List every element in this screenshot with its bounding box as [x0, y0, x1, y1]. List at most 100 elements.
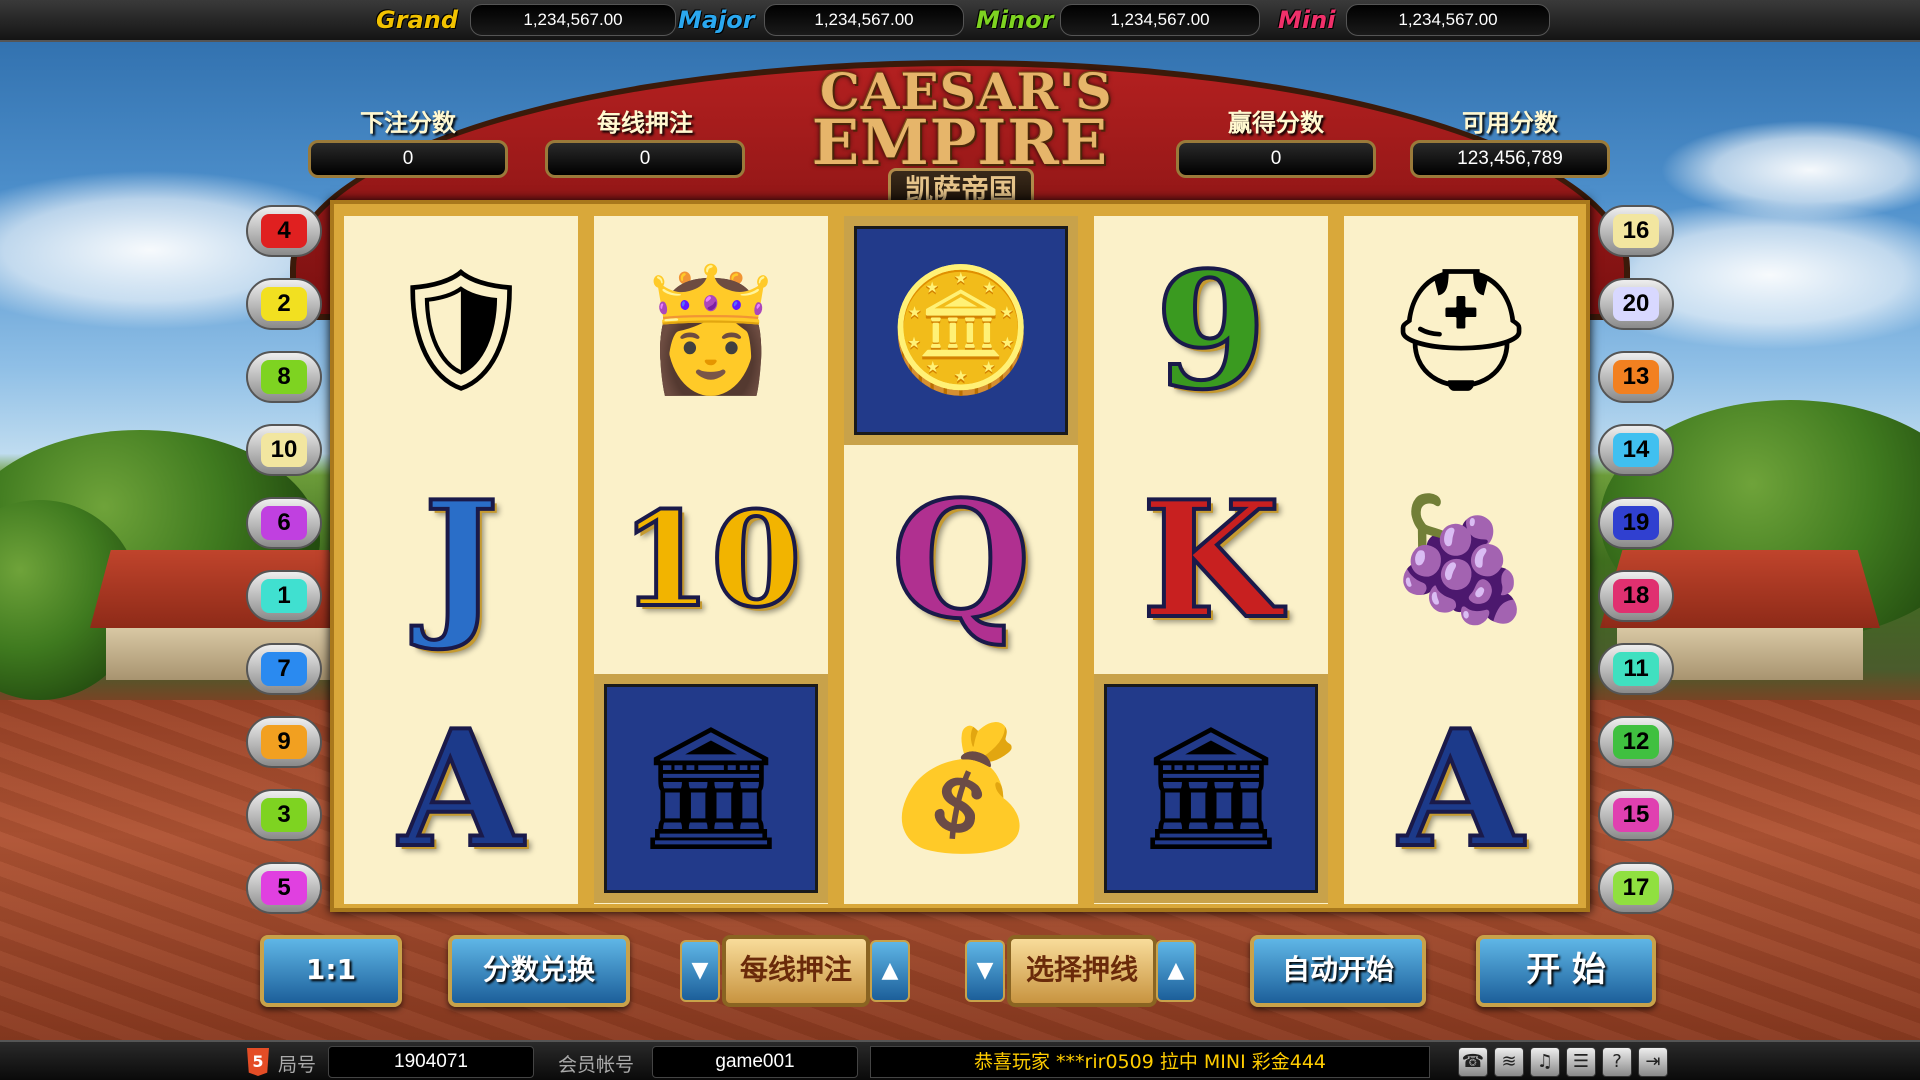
colosseum-icon: 🏛	[1134, 718, 1288, 858]
bet-per-line-label: 每线押注	[722, 935, 870, 1007]
exit-icon[interactable]: ⇥	[1638, 1047, 1668, 1077]
signal-icon[interactable]: ≋	[1494, 1047, 1524, 1077]
payline-badge-11[interactable]: 11	[1598, 643, 1674, 695]
colosseum-icon: 🏛	[634, 718, 788, 858]
music-icon[interactable]: ♫	[1530, 1047, 1560, 1077]
payline-number: 12	[1613, 725, 1659, 759]
payline-badge-3[interactable]: 3	[246, 789, 322, 841]
service-icon[interactable]: ☎	[1458, 1047, 1488, 1077]
payline-badge-18[interactable]: 18	[1598, 570, 1674, 622]
payline-number: 11	[1613, 652, 1659, 686]
win-label: 赢得分数	[1228, 109, 1324, 137]
payline-badge-17[interactable]: 17	[1598, 862, 1674, 914]
payline-badge-4[interactable]: 4	[246, 205, 322, 257]
payline-badge-13[interactable]: 13	[1598, 351, 1674, 403]
symbol-9: 9	[1094, 216, 1328, 445]
reel-2: 👸 10 🏛	[594, 216, 828, 904]
J-icon: J	[421, 464, 501, 656]
symbol-helmet: ⛑	[1344, 216, 1578, 445]
reel-5: ⛑ 🍇 A	[1344, 216, 1578, 904]
helmet-icon: ⛑	[1384, 260, 1538, 400]
jackpot-bar: Grand 1,234,567.00 Major 1,234,567.00 Mi…	[0, 0, 1920, 42]
payline-badge-20[interactable]: 20	[1598, 278, 1674, 330]
chevron-up-icon: ▲	[881, 958, 899, 983]
credit-label: 可用分数	[1462, 109, 1558, 137]
reel-frame: 🛡 J A 👸 10 🏛 🪙 Q 💰 9 K 🏛 ⛑ 🍇 A	[330, 200, 1590, 912]
paytable-icon[interactable]: ☰	[1566, 1047, 1596, 1077]
A-icon: A	[397, 693, 525, 885]
total-bet-label: 下注分数	[360, 109, 456, 137]
auto-start-button[interactable]: 自动开始	[1250, 935, 1426, 1007]
symbol-fruit-bowl: 🍇	[1344, 445, 1578, 674]
Q-icon: Q	[889, 464, 1032, 656]
payline-badge-12[interactable]: 12	[1598, 716, 1674, 768]
html5-icon: 5	[247, 1048, 269, 1076]
reel-1: 🛡 J A	[344, 216, 578, 904]
payline-number: 6	[261, 506, 307, 540]
payline-badge-1[interactable]: 1	[246, 570, 322, 622]
payline-badge-10[interactable]: 10	[246, 424, 322, 476]
ratio-button[interactable]: 1:1	[260, 935, 402, 1007]
jackpot-minor-value: 1,234,567.00	[1060, 4, 1260, 36]
help-icon[interactable]: ?	[1602, 1047, 1632, 1077]
symbol-Q: Q	[844, 445, 1078, 674]
select-lines-down-button[interactable]: ▼	[965, 940, 1005, 1002]
payline-number: 13	[1613, 360, 1659, 394]
payline-badge-8[interactable]: 8	[246, 351, 322, 403]
symbol-A: A	[344, 674, 578, 903]
payline-badge-6[interactable]: 6	[246, 497, 322, 549]
win-value: 0	[1176, 140, 1376, 178]
10-icon: 10	[619, 481, 804, 638]
payline-number: 2	[261, 287, 307, 321]
coin-bag-icon: 💰	[886, 718, 1036, 858]
payline-number: 20	[1613, 287, 1659, 321]
symbol-coin-bag: 💰	[844, 674, 1078, 903]
fruit-bowl-icon: 🍇	[1386, 489, 1536, 629]
payline-badge-9[interactable]: 9	[246, 716, 322, 768]
spin-button[interactable]: 开 始	[1476, 935, 1656, 1007]
gold-coin-icon: 🪙	[886, 260, 1036, 400]
total-bet-value: 0	[308, 140, 508, 178]
score-exchange-button[interactable]: 分数兑换	[448, 935, 630, 1007]
bet-per-line-down-button[interactable]: ▼	[680, 940, 720, 1002]
jackpot-minor-label: Minor	[976, 6, 1054, 34]
account-label: 会员帐号	[558, 1054, 635, 1076]
announcement-marquee: 恭喜玩家 ***rir0509 拉中 MINI 彩金444	[870, 1046, 1430, 1078]
chevron-down-icon: ▼	[976, 958, 994, 983]
payline-number: 17	[1613, 871, 1659, 905]
payline-number: 3	[261, 798, 307, 832]
symbol-gold-coin: 🪙	[844, 216, 1078, 445]
symbol-cleopatra: 👸	[594, 216, 828, 445]
payline-badge-16[interactable]: 16	[1598, 205, 1674, 257]
symbol-shield-sword: 🛡	[344, 216, 578, 445]
payline-badge-14[interactable]: 14	[1598, 424, 1674, 476]
chevron-down-icon: ▼	[691, 958, 709, 983]
line-bet-value: 0	[545, 140, 745, 178]
symbol-A: A	[1344, 674, 1578, 903]
jackpot-mini-label: Mini	[1278, 6, 1336, 34]
status-bar: 5 局号 1904071 会员帐号 game001 恭喜玩家 ***rir050…	[0, 1040, 1920, 1080]
line-bet-label: 每线押注	[597, 109, 693, 137]
A-icon: A	[1397, 693, 1525, 885]
select-lines-up-button[interactable]: ▲	[1156, 940, 1196, 1002]
payline-number: 14	[1613, 433, 1659, 467]
9-icon: 9	[1153, 235, 1268, 427]
payline-badge-7[interactable]: 7	[246, 643, 322, 695]
round-value: 1904071	[328, 1046, 534, 1078]
symbol-J: J	[344, 445, 578, 674]
payline-badge-2[interactable]: 2	[246, 278, 322, 330]
payline-badge-19[interactable]: 19	[1598, 497, 1674, 549]
jackpot-grand-label: Grand	[376, 6, 458, 34]
payline-number: 9	[261, 725, 307, 759]
payline-number: 15	[1613, 798, 1659, 832]
bet-per-line-up-button[interactable]: ▲	[870, 940, 910, 1002]
payline-number: 4	[261, 214, 307, 248]
payline-badge-5[interactable]: 5	[246, 862, 322, 914]
symbol-10: 10	[594, 445, 828, 674]
payline-badge-15[interactable]: 15	[1598, 789, 1674, 841]
payline-number: 1	[261, 579, 307, 613]
payline-number: 16	[1613, 214, 1659, 248]
K-icon: K	[1139, 464, 1282, 656]
reel-3: 🪙 Q 💰	[844, 216, 1078, 904]
payline-number: 7	[261, 652, 307, 686]
